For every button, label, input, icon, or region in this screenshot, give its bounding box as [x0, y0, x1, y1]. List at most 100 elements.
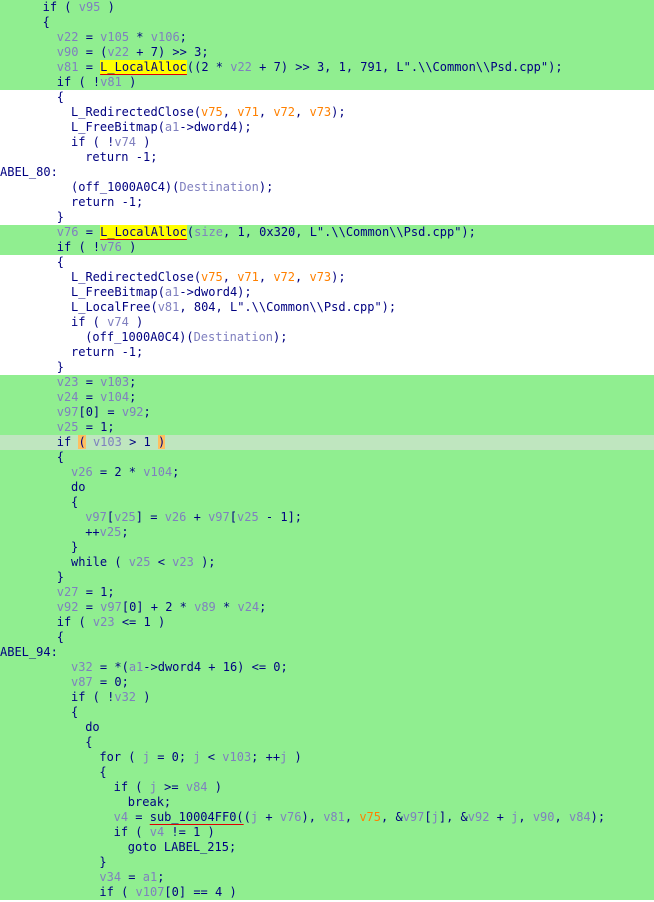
- code-line[interactable]: L_FreeBitmap(a1->dword4);: [0, 285, 654, 300]
- code-line[interactable]: if ( v74 ): [0, 315, 654, 330]
- code-token: for (: [99, 750, 143, 764]
- code-token: v25: [114, 510, 136, 524]
- code-token: ,: [258, 105, 274, 119]
- code-line[interactable]: v25 = 1;: [0, 420, 654, 435]
- code-line[interactable]: ABEL_80:: [0, 165, 654, 180]
- code-line[interactable]: L_FreeBitmap(a1->dword4);: [0, 120, 654, 135]
- code-token: v84: [568, 810, 591, 824]
- code-line[interactable]: v24 = v104;: [0, 390, 654, 405]
- code-line[interactable]: v81 = L_LocalAlloc((2 * v22 + 7) >> 3, 1…: [0, 60, 654, 75]
- code-token: }: [99, 855, 107, 869]
- code-line[interactable]: v27 = 1;: [0, 585, 654, 600]
- code-line[interactable]: }: [0, 540, 654, 555]
- code-line[interactable]: }: [0, 855, 654, 870]
- code-line[interactable]: v97[0] = v92;: [0, 405, 654, 420]
- code-line[interactable]: v87 = 0;: [0, 675, 654, 690]
- code-token: ->dword4);: [179, 285, 252, 299]
- code-line[interactable]: do: [0, 480, 654, 495]
- code-line[interactable]: return -1;: [0, 150, 654, 165]
- code-line[interactable]: ABEL_94:: [0, 645, 654, 660]
- code-line[interactable]: v4 = sub_10004FF0((j + v76), v81, v75, &…: [0, 810, 654, 825]
- code-token: v75: [201, 105, 223, 119]
- code-line[interactable]: while ( v25 < v23 );: [0, 555, 654, 570]
- code-token: if (: [113, 825, 150, 839]
- code-line[interactable]: }: [0, 360, 654, 375]
- code-line[interactable]: {: [0, 90, 654, 105]
- code-line[interactable]: return -1;: [0, 345, 654, 360]
- code-line[interactable]: if ( v95 ): [0, 0, 654, 15]
- code-line[interactable]: }: [0, 210, 654, 225]
- code-line[interactable]: v92 = v97[0] + 2 * v89 * v24;: [0, 600, 654, 615]
- code-line[interactable]: {: [0, 630, 654, 645]
- code-line[interactable]: v26 = 2 * v104;: [0, 465, 654, 480]
- code-token: v103: [100, 375, 130, 389]
- code-line[interactable]: if ( v107[0] == 4 ): [0, 885, 654, 900]
- code-token: v92: [467, 810, 490, 824]
- code-line[interactable]: v22 = v105 * v106;: [0, 30, 654, 45]
- code-token: if (: [113, 780, 150, 794]
- code-token: ] =: [135, 510, 165, 524]
- code-line[interactable]: if ( !v76 ): [0, 240, 654, 255]
- code-token: = *(: [92, 660, 129, 674]
- code-line[interactable]: L_LocalFree(v81, 804, L".\\Common\\Psd.c…: [0, 300, 654, 315]
- code-token: v25: [128, 555, 151, 569]
- code-line[interactable]: ++v25;: [0, 525, 654, 540]
- code-token: );: [193, 555, 216, 569]
- code-line[interactable]: for ( j = 0; j < v103; ++j ): [0, 750, 654, 765]
- code-line[interactable]: goto LABEL_215;: [0, 840, 654, 855]
- code-line[interactable]: do: [0, 720, 654, 735]
- code-line[interactable]: if ( v103 > 1 ): [0, 435, 654, 450]
- code-line[interactable]: {: [0, 705, 654, 720]
- code-line[interactable]: if ( !v74 ): [0, 135, 654, 150]
- code-token: =: [78, 600, 101, 614]
- code-line[interactable]: v76 = L_LocalAlloc(size, 1, 0x320, L".\\…: [0, 225, 654, 240]
- code-token: v4: [113, 810, 129, 824]
- code-line[interactable]: (off_1000A0C4)(Destination);: [0, 330, 654, 345]
- code-line[interactable]: v23 = v103;: [0, 375, 654, 390]
- code-line[interactable]: if ( !v32 ): [0, 690, 654, 705]
- code-line[interactable]: {: [0, 255, 654, 270]
- code-token: {: [71, 705, 79, 719]
- code-line[interactable]: v34 = a1;: [0, 870, 654, 885]
- code-token: , 1, 0x320, L".\\Common\\Psd.cpp");: [223, 225, 476, 239]
- code-line[interactable]: {: [0, 495, 654, 510]
- code-token: v71: [237, 270, 259, 284]
- code-line[interactable]: (off_1000A0C4)(Destination);: [0, 180, 654, 195]
- code-line[interactable]: L_RedirectedClose(v75, v71, v72, v73);: [0, 105, 654, 120]
- code-line[interactable]: v32 = *(a1->dword4 + 16) <= 0;: [0, 660, 654, 675]
- code-line[interactable]: break;: [0, 795, 654, 810]
- code-line[interactable]: }: [0, 570, 654, 585]
- code-token: a1: [128, 660, 144, 674]
- code-token: <: [200, 750, 223, 764]
- code-token: ,: [554, 810, 569, 824]
- code-token: j: [193, 750, 201, 764]
- code-line[interactable]: if ( j >= v84 ): [0, 780, 654, 795]
- code-line[interactable]: if ( v23 <= 1 ): [0, 615, 654, 630]
- code-token: v75: [201, 270, 223, 284]
- code-line[interactable]: {: [0, 450, 654, 465]
- code-line[interactable]: v97[v25] = v26 + v97[v25 - 1];: [0, 510, 654, 525]
- code-line[interactable]: if ( v4 != 1 ): [0, 825, 654, 840]
- code-token: a1: [142, 870, 158, 884]
- code-token: );: [273, 330, 288, 344]
- code-view[interactable]: if ( v95 ){v22 = v105 * v106; v90 = (v22 …: [0, 0, 654, 900]
- code-token: Destination: [193, 330, 274, 344]
- code-token: {: [85, 735, 93, 749]
- code-line[interactable]: L_RedirectedClose(v75, v71, v72, v73);: [0, 270, 654, 285]
- code-line[interactable]: return -1;: [0, 195, 654, 210]
- code-token: > 1: [121, 435, 158, 449]
- code-line[interactable]: if ( !v81 ): [0, 75, 654, 90]
- code-token: v22: [230, 60, 252, 74]
- code-line[interactable]: v90 = (v22 + 7) >> 3;: [0, 45, 654, 60]
- code-token: != 1 ): [164, 825, 215, 839]
- code-token: v72: [273, 105, 296, 119]
- code-token: v104: [100, 390, 130, 404]
- code-token: sub_10004FF0(: [149, 810, 244, 824]
- code-token: {: [42, 15, 50, 29]
- code-line[interactable]: {: [0, 15, 654, 30]
- code-token: <: [150, 555, 173, 569]
- code-line[interactable]: {: [0, 735, 654, 750]
- code-token: v27: [56, 585, 79, 599]
- code-line[interactable]: {: [0, 765, 654, 780]
